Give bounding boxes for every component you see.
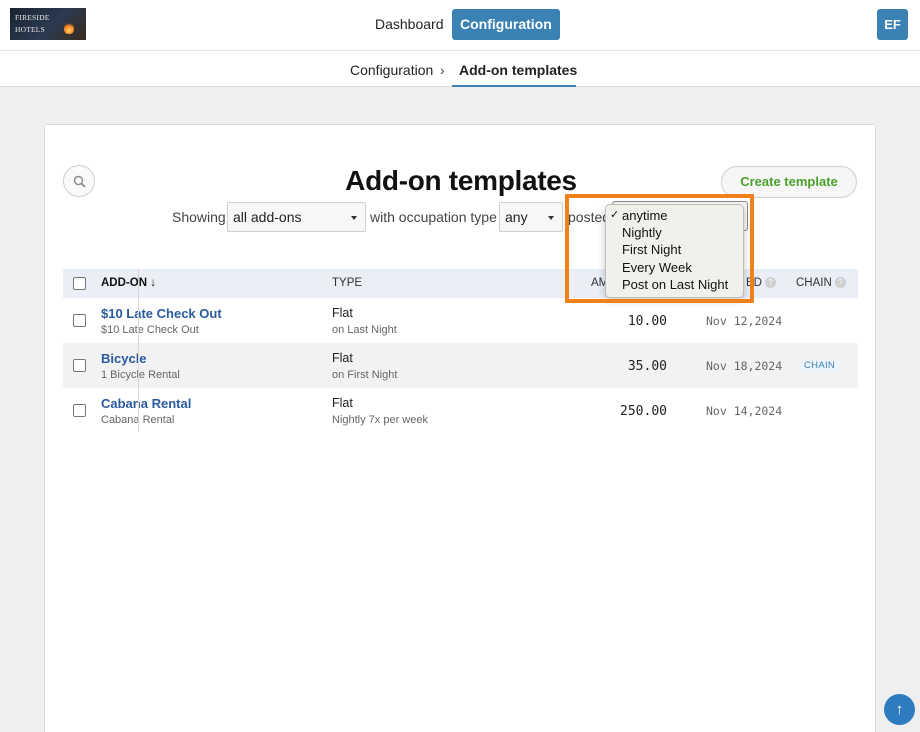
showing-label: Showing	[172, 209, 226, 225]
occupation-label: with occupation type	[370, 209, 497, 225]
addon-type: Flat	[332, 396, 353, 410]
column-header-type[interactable]: TYPE	[332, 277, 362, 289]
highlight-box	[565, 194, 754, 303]
addon-name-link[interactable]: $10 Late Check Out	[101, 306, 222, 321]
addon-type: Flat	[332, 351, 353, 365]
chain-badge: CHAIN	[800, 359, 840, 372]
addon-description: $10 Late Check Out	[101, 324, 199, 336]
occupation-type-value: any	[505, 209, 528, 225]
row-checkbox[interactable]	[73, 404, 86, 417]
help-icon[interactable]: ?	[764, 277, 776, 288]
main-nav: Dashboard Configuration	[0, 9, 920, 40]
addon-schedule: on First Night	[332, 369, 398, 381]
table-row[interactable]: Cabana Rental Cabana Rental Flat Nightly…	[63, 388, 858, 433]
addon-name-link[interactable]: Cabana Rental	[101, 396, 191, 411]
addons-filter-select[interactable]: all add-ons	[227, 202, 366, 232]
row-checkbox[interactable]	[73, 314, 86, 327]
caret-down-icon	[548, 216, 554, 220]
column-header-addon[interactable]: ADD-ON ↓	[101, 277, 156, 289]
breadcrumb: Configuration › Add-on templates	[0, 50, 920, 87]
column-header-chain[interactable]: CHAIN?	[796, 277, 846, 289]
addon-name-link[interactable]: Bicycle	[101, 351, 147, 366]
help-icon[interactable]: ?	[834, 277, 846, 288]
addon-schedule: Nightly 7x per week	[332, 414, 428, 426]
addon-date: Nov 18,2024	[706, 359, 783, 373]
arrow-up-icon: ↑	[895, 701, 904, 718]
column-divider	[138, 269, 139, 432]
addon-type: Flat	[332, 306, 353, 320]
addon-schedule: on Last Night	[332, 324, 397, 336]
table-row[interactable]: $10 Late Check Out $10 Late Check Out Fl…	[63, 298, 858, 343]
addon-description: 1 Bicycle Rental	[101, 369, 180, 381]
scroll-to-top-button[interactable]: ↑	[884, 694, 915, 725]
breadcrumb-separator: ›	[440, 62, 445, 78]
addon-date: Nov 14,2024	[706, 404, 783, 418]
nav-dashboard[interactable]: Dashboard	[367, 9, 452, 40]
addon-amount: 250.00	[620, 404, 667, 419]
breadcrumb-configuration[interactable]: Configuration	[350, 62, 433, 78]
addon-amount: 10.00	[627, 314, 667, 329]
nav-configuration[interactable]: Configuration	[452, 9, 560, 40]
top-bar: FIRESIDE HOTELS Dashboard Configuration …	[0, 0, 920, 50]
select-all-checkbox[interactable]	[73, 277, 86, 290]
table-row[interactable]: Bicycle 1 Bicycle Rental Flat on First N…	[63, 343, 858, 388]
user-avatar[interactable]: EF	[877, 9, 908, 40]
addon-amount: 35.00	[627, 359, 667, 374]
caret-down-icon	[351, 216, 357, 220]
addon-date: Nov 12,2024	[706, 314, 783, 328]
column-header-chain-label: CHAIN	[796, 277, 832, 289]
row-checkbox[interactable]	[73, 359, 86, 372]
addons-filter-value: all add-ons	[233, 209, 302, 225]
active-tab-underline	[452, 85, 576, 87]
breadcrumb-add-on-templates[interactable]: Add-on templates	[459, 62, 577, 78]
occupation-type-select[interactable]: any	[499, 202, 563, 232]
